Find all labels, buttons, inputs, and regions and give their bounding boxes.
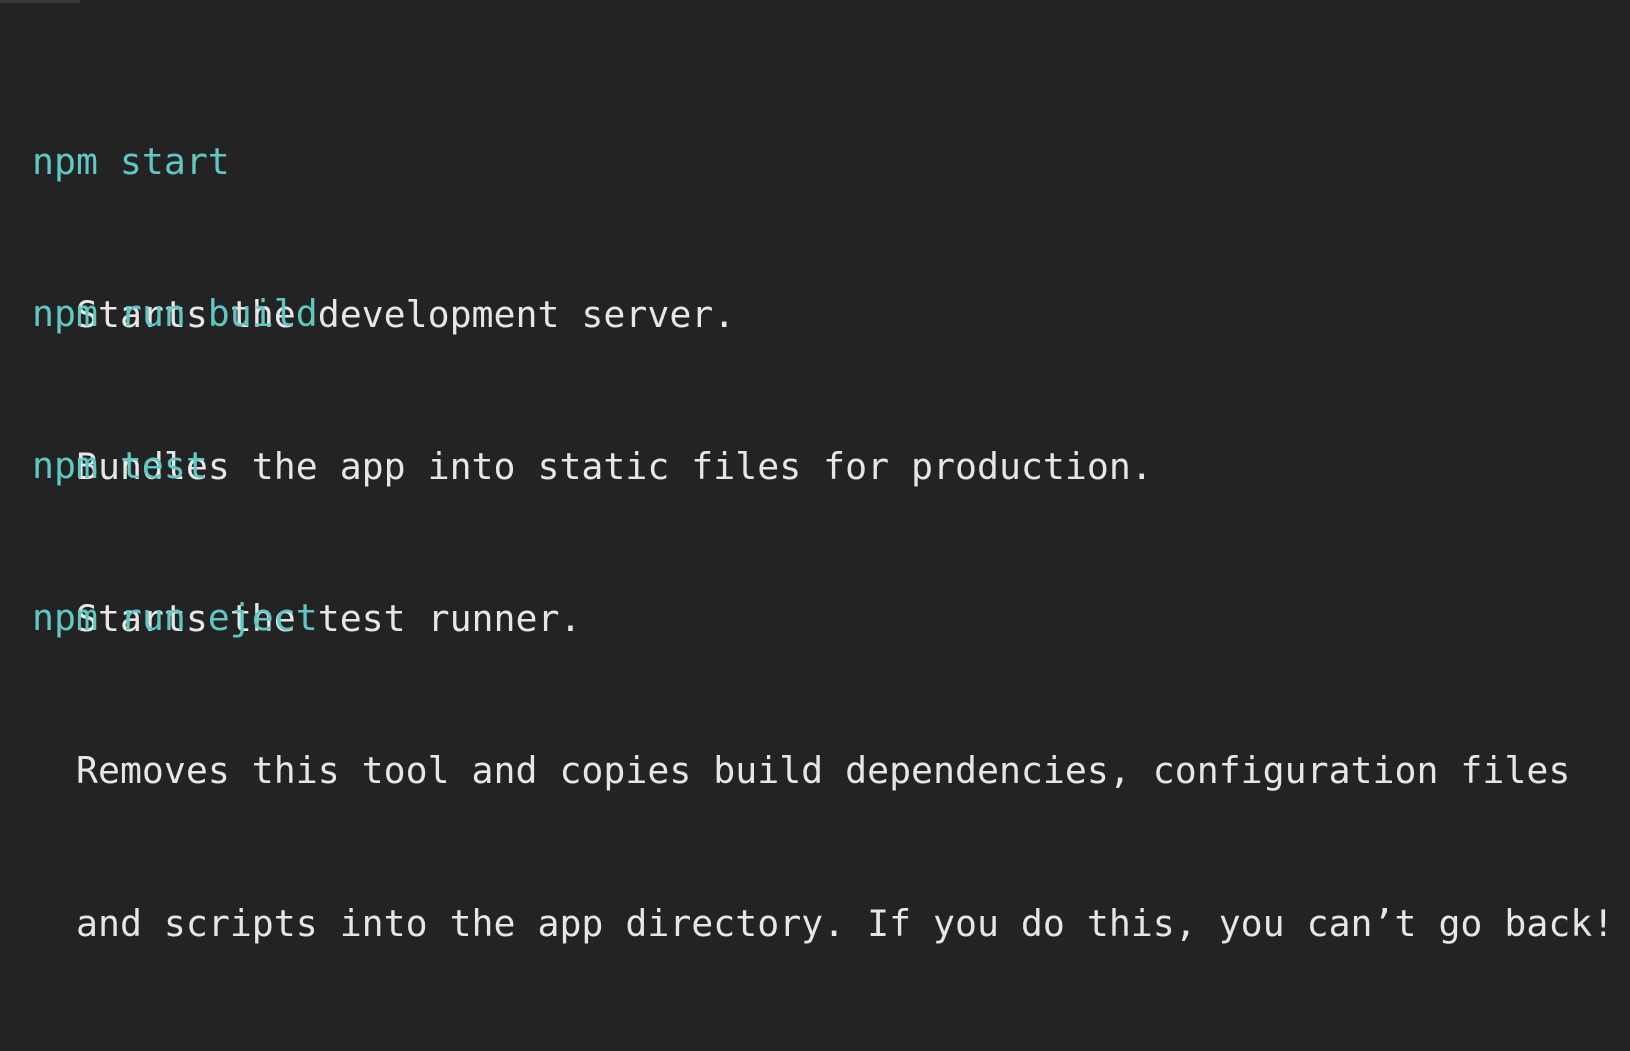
window-top-edge [0, 0, 80, 3]
command-text: npm test [32, 444, 208, 487]
command-description-line-1: Removes this tool and copies build depen… [76, 749, 1571, 792]
command-text: npm run build [32, 292, 318, 335]
command-text: npm start [32, 140, 230, 183]
command-entry-eject: npm run eject Removes this tool and copi… [32, 490, 1614, 1051]
command-description-line-2: and scripts into the app directory. If y… [76, 902, 1615, 945]
terminal-output: npm start Starts the development server.… [0, 0, 1630, 945]
command-text: npm run eject [32, 596, 318, 639]
